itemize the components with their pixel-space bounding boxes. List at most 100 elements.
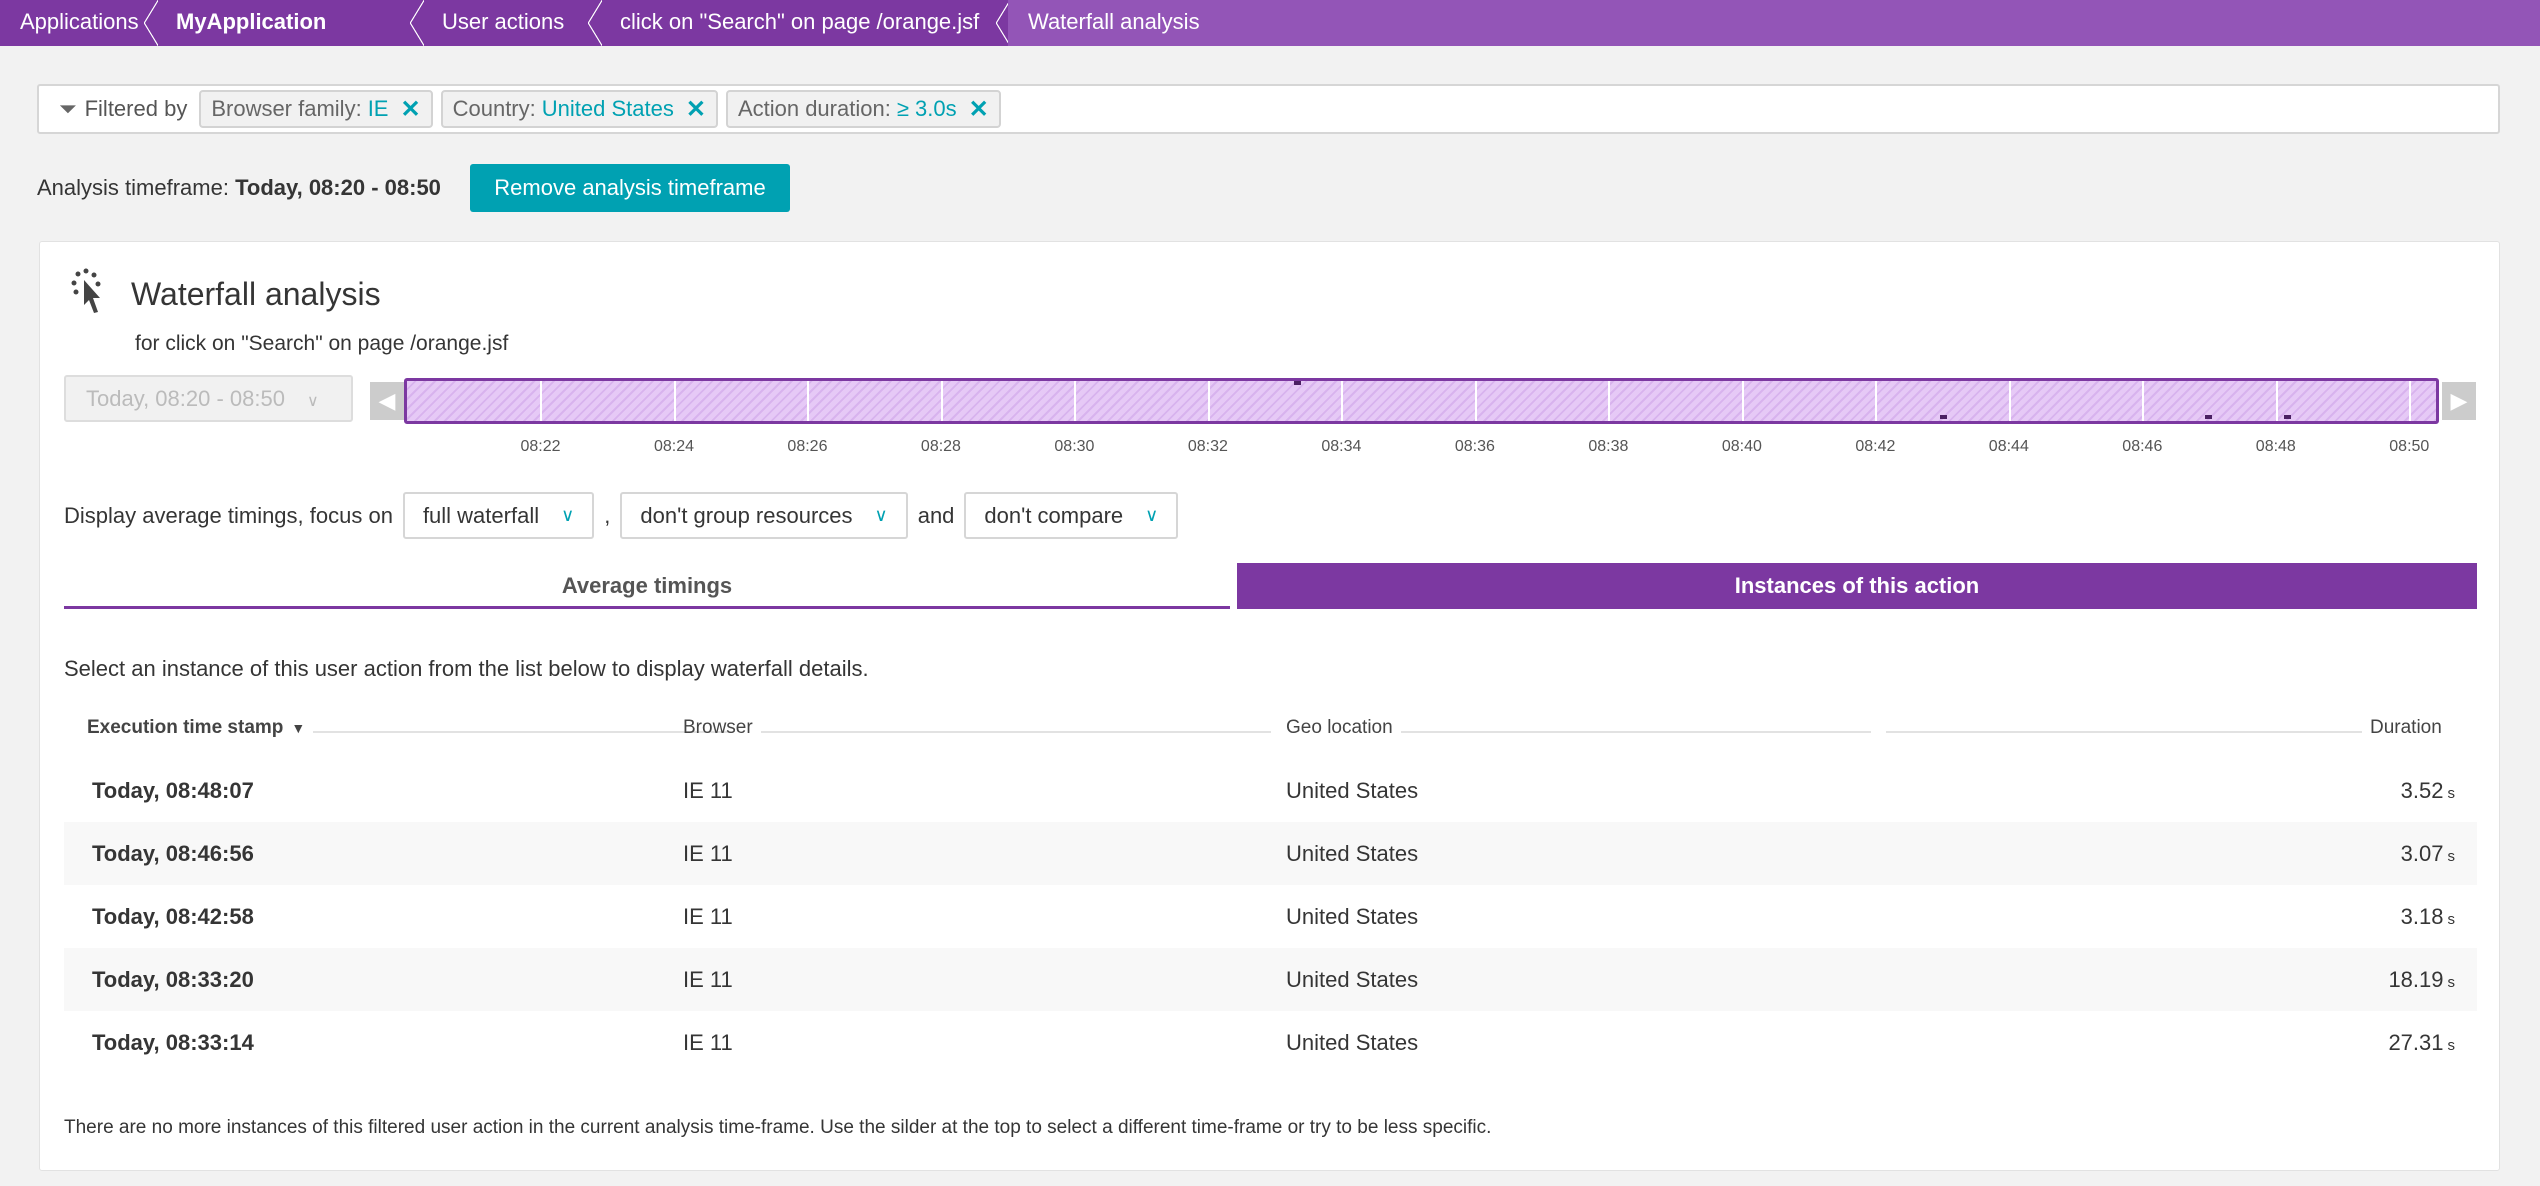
filter-icon: ⏷ [59, 96, 77, 121]
chip-key: Country: [452, 96, 536, 121]
cell-duration: 18.19 s [2388, 966, 2455, 992]
cell-geo: United States [1286, 840, 1419, 866]
breadcrumb: Applications MyApplication User actions … [0, 0, 2540, 46]
timeline-tick-label: 08:32 [1187, 438, 1228, 455]
filter-chip: Action duration: ≥ 3.0s ✕ [725, 90, 1001, 128]
timeline-tick-label: 08:36 [1454, 438, 1495, 455]
page-subtitle: for click on "Search" on page /orange.js… [135, 332, 509, 355]
chevron-down-icon: ∨ [874, 505, 888, 525]
breadcrumb-myapplication[interactable]: MyApplication [156, 0, 424, 46]
timeline-gridline [2409, 381, 2412, 421]
close-icon[interactable]: ✕ [686, 95, 706, 124]
cell-browser: IE 11 [683, 1029, 733, 1055]
timeline-next-button[interactable]: ▶ [2442, 382, 2476, 420]
breadcrumb-action[interactable]: click on "Search" on page /orange.jsf [600, 0, 1010, 46]
filter-chip: Browser family: IE ✕ [199, 90, 433, 128]
filter-bar[interactable]: ⏷ Filtered by Browser family: IE ✕ Country:… [37, 84, 2500, 134]
timeline-gridline [1207, 381, 1210, 421]
timeline-tick-label: 08:34 [1321, 438, 1362, 455]
cell-browser: IE 11 [683, 777, 733, 803]
remove-timeframe-button[interactable]: Remove analysis timeframe [470, 164, 790, 212]
compare-dropdown[interactable]: don't compare ∨ [964, 492, 1179, 539]
timeline-prev-button[interactable]: ◀ [370, 382, 404, 420]
tab-average-timings[interactable]: Average timings [64, 563, 1230, 609]
cell-duration: 27.31 s [2388, 1029, 2455, 1055]
timeline-instance-marker[interactable] [2283, 415, 2291, 419]
timeline-gridline [1341, 381, 1344, 421]
timeline-instance-marker[interactable] [1939, 415, 1947, 419]
timeline-gridline [807, 381, 810, 421]
instructions-text: Select an instance of this user action f… [64, 656, 869, 681]
column-header-timestamp[interactable]: Execution time stamp ▼ [87, 717, 732, 739]
chip-value: ≥ 3.0s [896, 96, 957, 121]
cell-timestamp: Today, 08:33:20 [92, 966, 254, 992]
timeline-gridline [2008, 381, 2011, 421]
chevron-down-icon: ∨ [1145, 505, 1159, 525]
breadcrumb-applications[interactable]: Applications [0, 0, 158, 46]
focus-dropdown[interactable]: full waterfall ∨ [402, 492, 595, 539]
cell-duration: 3.52 s [2400, 777, 2455, 803]
cell-timestamp: Today, 08:33:14 [92, 1029, 254, 1055]
timeline-tick-label: 08:50 [2389, 438, 2430, 455]
cell-geo: United States [1286, 1029, 1419, 1055]
timeline-tick-label: 08:38 [1588, 438, 1629, 455]
timeline-tick-label: 08:48 [2255, 438, 2296, 455]
timeline-gridline [1608, 381, 1611, 421]
timeline-gridline [1074, 381, 1077, 421]
tab-instances[interactable]: Instances of this action [1237, 563, 2477, 609]
timeline-gridline [1741, 381, 1744, 421]
and-label: and [917, 502, 955, 528]
filter-label: Filtered by [84, 96, 188, 121]
table-row[interactable]: Today, 08:33:20 IE 11 United States 18.19 s [64, 948, 2477, 1011]
filter-chip: Country: United States ✕ [440, 90, 718, 128]
page-title: Waterfall analysis [131, 276, 381, 312]
cell-duration: 3.18 s [2400, 903, 2455, 929]
display-options: Display average timings, focus on full w… [64, 492, 1179, 539]
chevron-down-icon: ∨ [306, 393, 319, 410]
cell-geo: United States [1286, 966, 1419, 992]
cell-geo: United States [1286, 903, 1419, 929]
waterfall-card: Waterfall analysis for click on "Search"… [39, 241, 2500, 1171]
cell-browser: IE 11 [683, 903, 733, 929]
timeline-instance-marker[interactable] [2204, 415, 2212, 419]
chip-value: IE [367, 96, 389, 121]
timeline-instance-marker[interactable] [1293, 381, 1301, 385]
timeline-tick-label: 08:26 [787, 438, 828, 455]
footer-note: There are no more instances of this filt… [64, 1117, 1492, 1138]
timeline-tick-label: 08:30 [1054, 438, 1095, 455]
breadcrumb-user-actions[interactable]: User actions [422, 0, 602, 46]
table-row[interactable]: Today, 08:42:58 IE 11 United States 3.18 s [64, 885, 2477, 948]
close-icon[interactable]: ✕ [969, 95, 989, 124]
table-row[interactable]: Today, 08:48:07 IE 11 United States 3.52 s [64, 759, 2477, 822]
table-row[interactable]: Today, 08:33:14 IE 11 United States 27.31 s [64, 1011, 2477, 1074]
timeline-tick-label: 08:40 [1721, 438, 1762, 455]
timeline-gridline [673, 381, 676, 421]
timeline-tick-label: 08:46 [2122, 438, 2163, 455]
timeline-gridline [940, 381, 943, 421]
close-icon[interactable]: ✕ [400, 95, 420, 124]
group-dropdown[interactable]: don't group resources ∨ [620, 492, 908, 539]
chip-value: United States [541, 96, 674, 121]
timeline-gridline [2142, 381, 2145, 421]
breadcrumb-waterfall: Waterfall analysis [1008, 0, 2540, 46]
cell-timestamp: Today, 08:48:07 [92, 777, 254, 803]
column-header-duration[interactable]: Duration [1886, 717, 2442, 739]
cell-browser: IE 11 [683, 966, 733, 992]
chip-key: Browser family: [211, 96, 362, 121]
cell-geo: United States [1286, 777, 1419, 803]
chip-key: Action duration: [737, 96, 891, 121]
timeline-gridline [1474, 381, 1477, 421]
timeline-gridline [1875, 381, 1878, 421]
timeline-tick-label: 08:22 [520, 438, 561, 455]
column-header-geo[interactable]: Geo location [1286, 717, 1871, 739]
table-row[interactable]: Today, 08:46:56 IE 11 United States 3.07 s [64, 822, 2477, 885]
cell-timestamp: Today, 08:42:58 [92, 903, 254, 929]
cursor-click-icon [71, 268, 101, 313]
cell-duration: 3.07 s [2400, 840, 2455, 866]
sort-desc-icon: ▼ [291, 720, 306, 736]
timeline-slider[interactable] [404, 378, 2439, 424]
timeline-gridline [2275, 381, 2278, 421]
timeline-tick-label: 08:28 [920, 438, 961, 455]
column-header-browser[interactable]: Browser [683, 717, 1271, 739]
timeframe-select[interactable]: Today, 08:20 - 08:50 ∨ [64, 375, 353, 422]
